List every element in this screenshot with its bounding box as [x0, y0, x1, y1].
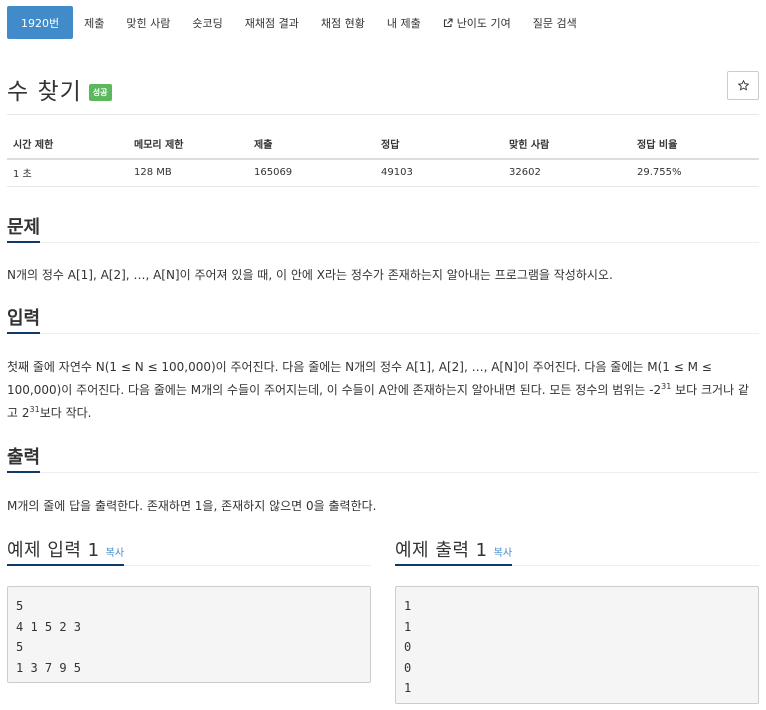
- sample-input-box[interactable]: 5 4 1 5 2 3 5 1 3 7 9 5: [7, 586, 371, 683]
- output-heading-text: 출력: [7, 443, 41, 473]
- header-accept-ratio: 정답 비율: [631, 114, 759, 160]
- problem-title-row: 수 찾기 성공: [7, 72, 112, 106]
- header-solved-users: 맞힌 사람: [503, 114, 631, 160]
- info-header-row: 시간 제한 메모리 제한 제출 정답 맞힌 사람 정답 비율: [7, 114, 759, 160]
- star-outline-icon: [737, 80, 749, 91]
- tab-question-search[interactable]: 질문 검색: [522, 6, 588, 39]
- value-accept-ratio: 29.755%: [631, 158, 759, 187]
- input-exponent-1: 31: [661, 382, 672, 391]
- output-text: M개의 줄에 답을 출력한다. 존재하면 1을, 존재하지 않으면 0을 출력한…: [7, 499, 377, 513]
- value-solved-users: 32602: [503, 158, 631, 187]
- external-link-icon: [443, 17, 453, 27]
- copy-output-button[interactable]: 복사: [494, 548, 512, 559]
- sample-output-line: 1: [404, 681, 412, 695]
- value-accepted: 49103: [375, 158, 503, 187]
- favorite-button[interactable]: [727, 71, 759, 100]
- sample-input-heading-text: 예제 입력 1 복사: [7, 536, 125, 566]
- header-memory-limit: 메모리 제한: [128, 114, 248, 160]
- sample-input-line: 1 3 7 9 5: [16, 660, 82, 675]
- output-heading: 출력: [7, 443, 759, 473]
- header-submissions: 제출: [248, 114, 375, 160]
- sample-output-box[interactable]: 1 1 0 0 1: [395, 586, 759, 704]
- info-value-row: 1 초 128 MB 165069 49103 32602 29.755%: [7, 158, 759, 187]
- sample-input-title: 예제 입력 1: [7, 540, 100, 561]
- value-time-limit: 1 초: [7, 158, 128, 187]
- sample-output-line: 0: [404, 640, 412, 654]
- copy-input-button[interactable]: 복사: [106, 548, 124, 559]
- input-heading-text: 입력: [7, 304, 41, 334]
- input-heading: 입력: [7, 304, 759, 334]
- tab-rejudge-results[interactable]: 재채점 결과: [234, 6, 310, 39]
- header-time-limit: 시간 제한: [7, 114, 128, 160]
- tab-my-submissions[interactable]: 내 제출: [376, 6, 432, 39]
- problem-info-table: 시간 제한 메모리 제한 제출 정답 맞힌 사람 정답 비율 1 초 128 M…: [7, 114, 759, 187]
- value-memory-limit: 128 MB: [128, 158, 248, 187]
- sample-output-heading-text: 예제 출력 1 복사: [395, 536, 513, 566]
- input-text: 첫째 줄에 자연수 N(1 ≤ N ≤ 100,000)이 주어진다. 다음 줄…: [7, 356, 759, 425]
- sample-input-line: 5: [16, 640, 24, 654]
- tab-submit[interactable]: 제출: [73, 6, 115, 39]
- tab-solved-users[interactable]: 맞힌 사람: [115, 6, 181, 39]
- sample-input-line: 4 1 5 2 3: [16, 619, 82, 634]
- tab-difficulty-contribution[interactable]: 난이도 기여: [432, 6, 522, 39]
- tab-problem-number[interactable]: 1920번: [7, 6, 74, 39]
- description-heading: 문제: [7, 213, 759, 243]
- sample-output-title: 예제 출력 1: [395, 540, 488, 561]
- value-submissions: 165069: [248, 158, 375, 187]
- header-accepted: 정답: [375, 114, 503, 160]
- input-text-part-3: 보다 작다.: [39, 406, 92, 420]
- status-badge: 성공: [88, 83, 112, 101]
- sample-input-heading: 예제 입력 1 복사: [7, 536, 371, 566]
- sample-input-line: 5: [16, 599, 24, 613]
- tab-short-coding[interactable]: 숏코딩: [181, 6, 233, 39]
- sample-output-line: 0: [404, 660, 412, 675]
- problem-tabs: 1920번 제출 맞힌 사람 숏코딩 재채점 결과 채점 현황 내 제출 난이도…: [7, 6, 588, 39]
- sample-output-line: 1: [404, 599, 412, 613]
- input-text-part-1: 첫째 줄에 자연수 N(1 ≤ N ≤ 100,000)이 주어진다. 다음 줄…: [7, 360, 712, 397]
- input-exponent-2: 31: [29, 405, 40, 414]
- description-text: N개의 정수 A[1], A[2], …, A[N]이 주어져 있을 때, 이 …: [7, 268, 613, 282]
- sample-output-heading: 예제 출력 1 복사: [395, 536, 759, 566]
- description-heading-text: 문제: [7, 213, 41, 243]
- sample-output-line: 1: [404, 619, 412, 634]
- problem-page: 1920번 제출 맞힌 사람 숏코딩 재채점 결과 채점 현황 내 제출 난이도…: [0, 0, 766, 710]
- tab-difficulty-label: 난이도 기여: [456, 16, 511, 30]
- tab-judge-status[interactable]: 채점 현황: [310, 6, 376, 39]
- page-title: 수 찾기: [7, 79, 82, 105]
